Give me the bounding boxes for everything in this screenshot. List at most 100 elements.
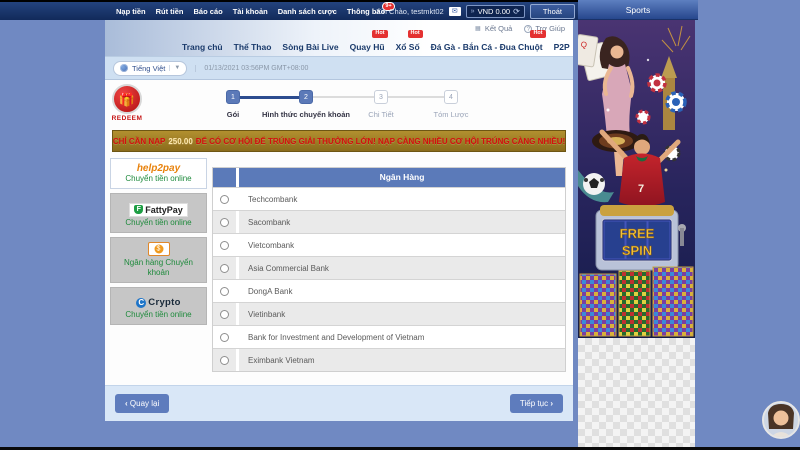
nav-tab-label: Quay Hũ <box>350 42 385 52</box>
user-greeting: Xin Chào, testmkt02 <box>376 7 444 16</box>
account-menu-item[interactable]: Danh sách cược <box>278 7 337 16</box>
nav-tab-label: Sòng Bài Live <box>282 42 338 52</box>
nav-tab-label: Trang chủ <box>182 42 223 52</box>
account-menu-label: Danh sách cược <box>278 7 337 16</box>
bank-name: Eximbank Vietnam <box>239 349 565 371</box>
bank-row[interactable]: Techcombank <box>213 187 565 210</box>
payment-method-help2pay[interactable]: help2pay Chuyển tiền online <box>110 158 207 189</box>
bank-radio[interactable] <box>220 241 229 250</box>
chevron-right-icon: › <box>550 399 553 408</box>
promotion-banner: CHỈ CẦN NẠP 250.00 ĐỂ CÓ CƠ HỘI ĐỂ TRÚNG… <box>112 130 566 152</box>
payment-method-label: Chuyển tiền online <box>113 218 204 228</box>
refresh-icon[interactable]: ⟳ <box>513 7 520 16</box>
banknote-icon <box>148 242 170 256</box>
nav-tab[interactable]: P2P <box>553 38 571 56</box>
bank-row[interactable]: DongA Bank <box>213 279 565 302</box>
banner-text-suffix: ĐỂ CÓ CƠ HỘI ĐỂ TRÚNG GIẢI THƯỞNG LỚN! N… <box>196 137 565 146</box>
sports-panel-header: Sports <box>578 0 698 20</box>
bank-radio[interactable] <box>220 218 229 227</box>
avatar-photo <box>764 403 798 437</box>
results-icon: ▦ <box>474 25 482 33</box>
account-menu: Nạp tiền Rút tiền Báo cáo Tài khoản Danh… <box>116 2 385 20</box>
top-navigation-bar: Nạp tiền Rút tiền Báo cáo Tài khoản Danh… <box>0 2 578 20</box>
results-link[interactable]: ▦ Kết Quả <box>474 24 513 33</box>
language-label: Tiếng Việt <box>132 64 165 73</box>
language-select[interactable]: Tiếng Việt ▼ <box>113 61 187 76</box>
nav-tab[interactable]: Hot Quay Hũ <box>349 38 386 56</box>
continue-button-label: Tiếp tục <box>520 399 548 408</box>
payment-method-label: Chuyển tiền online <box>113 310 204 320</box>
payment-method-bank-transfer[interactable]: Ngân hàng Chuyển khoản <box>110 237 207 283</box>
back-button[interactable]: ‹ Quay lại <box>115 394 169 413</box>
deposit-wizard: 🎁 REDEEM 1 2 3 4 Gói Hình thức chuyển kh… <box>105 80 573 385</box>
bank-table-header: Ngân Hàng <box>213 168 565 187</box>
radio-column-header <box>213 168 239 187</box>
bank-row[interactable]: Vietcombank <box>213 233 565 256</box>
bank-name: Techcombank <box>239 188 565 210</box>
user-session-area: Xin Chào, testmkt02 ✉ » VND 0.00 ⟳ Thoát <box>376 2 575 20</box>
bank-name: Vietcombank <box>239 234 565 256</box>
bank-radio[interactable] <box>220 333 229 342</box>
banner-amount: 250.00 <box>168 137 192 146</box>
bank-row[interactable]: Asia Commercial Bank <box>213 256 565 279</box>
crypto-icon: C <box>136 298 146 308</box>
nav-tab[interactable]: Hot Xổ Số <box>395 38 421 56</box>
bank-row[interactable]: Sacombank <box>213 210 565 233</box>
bank-radio[interactable] <box>220 264 229 273</box>
account-menu-label: Rút tiền <box>156 7 184 16</box>
bank-radio[interactable] <box>220 310 229 319</box>
step-2-box: 2 <box>299 90 313 104</box>
bank-row[interactable]: Vietinbank <box>213 302 565 325</box>
step-connector-2 <box>313 96 374 98</box>
payment-method-menu: help2pay Chuyển tiền online F FattyPay C… <box>110 158 207 329</box>
bank-radio[interactable] <box>220 356 229 365</box>
balance-display: » VND 0.00 ⟳ <box>466 5 525 18</box>
step-1-box: 1 <box>226 90 240 104</box>
bank-column-header: Ngân Hàng <box>239 168 565 187</box>
quick-links: ▦ Kết Quả ? Trợ Giúp <box>474 24 565 33</box>
account-menu-item[interactable]: Nạp tiền <box>116 7 146 16</box>
bank-radio[interactable] <box>220 195 229 204</box>
bank-name: Asia Commercial Bank <box>239 257 565 279</box>
payment-method-crypto[interactable]: C Crypto Chuyển tiền online <box>110 287 207 325</box>
back-button-label: Quay lại <box>130 399 159 408</box>
hot-badge: Hot <box>372 30 387 38</box>
nav-tab[interactable]: Thể Thao <box>233 38 273 56</box>
logout-button[interactable]: Thoát <box>530 4 575 19</box>
help2pay-logo: help2pay <box>113 163 204 174</box>
bank-radio[interactable] <box>220 287 229 296</box>
bank-row[interactable]: Eximbank Vietnam <box>213 348 565 371</box>
nav-tab[interactable]: Sòng Bài Live <box>281 38 339 56</box>
step-3-box: 3 <box>374 90 388 104</box>
step-2-label: Hình thức chuyển khoản <box>251 110 361 119</box>
nav-tab-label: Thể Thao <box>234 42 272 52</box>
nav-tab-label: Đá Gà - Bắn Cá - Đua Chuột <box>431 42 543 52</box>
payment-method-fattypay[interactable]: F FattyPay Chuyển tiền online <box>110 193 207 233</box>
mail-icon[interactable]: ✉ <box>449 7 461 16</box>
sports-promo-banner[interactable]: A Q 7 <box>578 20 695 338</box>
account-menu-label: Báo cáo <box>194 7 223 16</box>
nav-tabs: Trang chủ Thể Thao Sòng Bài Live Hot Qua… <box>181 36 646 56</box>
main-content-panel: ▦ Kết Quả ? Trợ Giúp Trang chủ Thể Thao <box>105 20 573 421</box>
sports-panel-title: Sports <box>626 5 651 15</box>
empty-widget-area <box>578 338 695 447</box>
account-menu-item[interactable]: Tài khoản <box>233 7 268 16</box>
balance-value: VND 0.00 <box>478 7 511 16</box>
collapse-chevron-icon[interactable]: » <box>471 8 475 15</box>
primary-tab-bar: ▦ Kết Quả ? Trợ Giúp Trang chủ Thể Thao <box>105 20 573 56</box>
account-menu-item[interactable]: Báo cáo <box>194 7 223 16</box>
step-3-label: Chi Tiết <box>351 110 411 119</box>
datetime-display: 01/13/2021 03:56PM GMT+08:00 <box>195 65 308 72</box>
bank-name: Bank for Investment and Development of V… <box>239 326 565 348</box>
stepper: 1 2 3 4 Gói Hình thức chuyển khoản Chi T… <box>105 88 573 128</box>
account-menu-item[interactable]: Rút tiền <box>156 7 184 16</box>
bank-row[interactable]: Bank for Investment and Development of V… <box>213 325 565 348</box>
nav-tab[interactable]: Hot Đá Gà - Bắn Cá - Đua Chuột <box>430 38 544 56</box>
slot-text-line2: SPIN <box>622 243 652 258</box>
continue-button[interactable]: Tiếp tục › <box>510 394 563 413</box>
live-chat-avatar[interactable] <box>762 401 800 439</box>
payment-method-label: Chuyển tiền online <box>113 174 204 184</box>
nav-tab-label: P2P <box>554 42 570 52</box>
nav-tab[interactable]: Trang chủ <box>181 38 224 56</box>
step-connector-3 <box>388 96 444 98</box>
